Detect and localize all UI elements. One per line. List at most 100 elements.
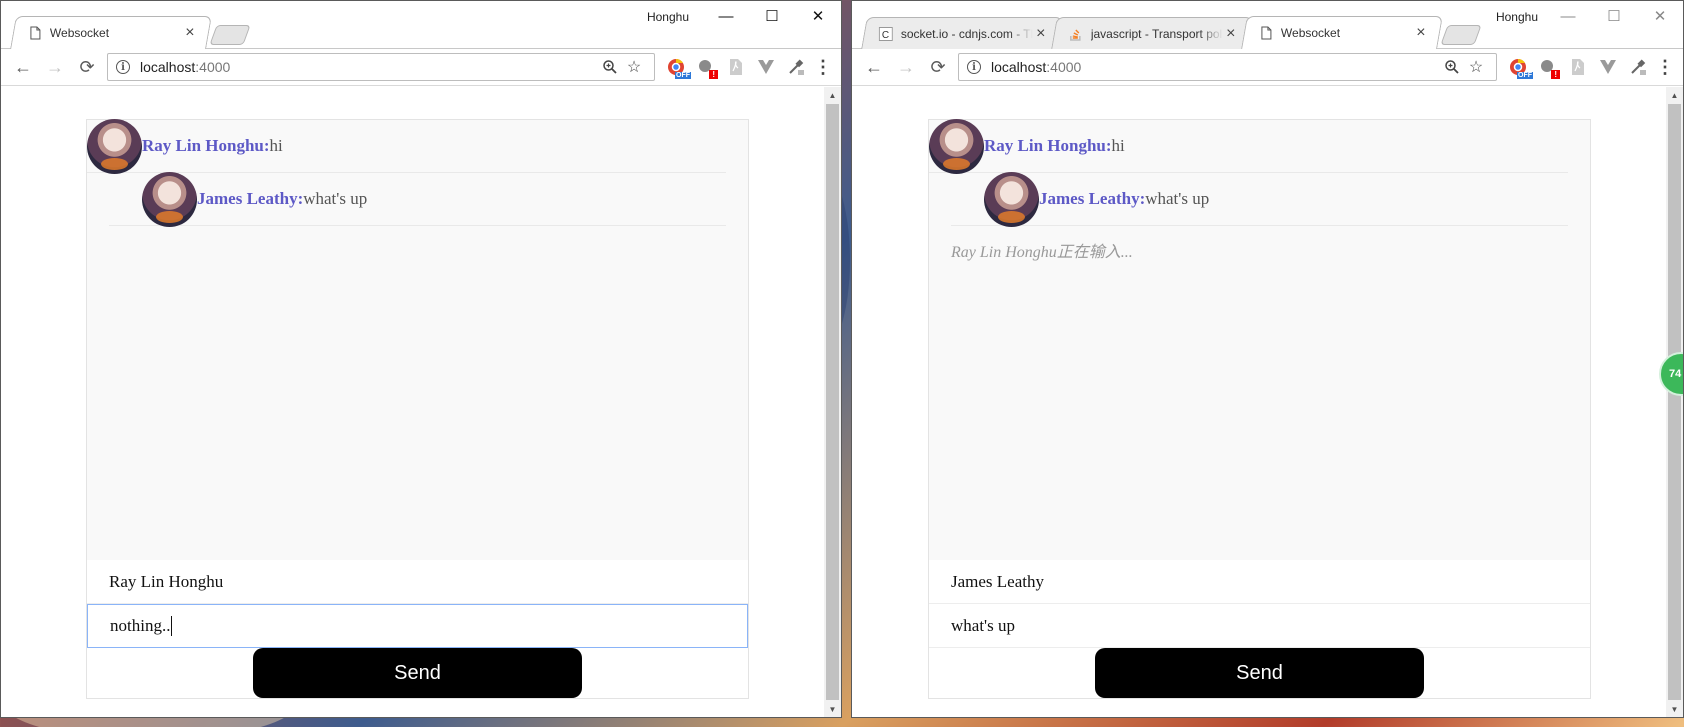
message-item: James Leathy: what's up <box>109 171 726 227</box>
vertical-scrollbar[interactable]: ▲ ▼ <box>1666 87 1683 717</box>
avatar <box>929 118 984 174</box>
scroll-thumb[interactable] <box>826 104 839 700</box>
profile-name[interactable]: Honghu <box>647 10 689 24</box>
address-bar[interactable]: i localhost:4000 ☆ <box>958 53 1497 81</box>
forward-button[interactable]: → <box>39 53 71 81</box>
info-icon[interactable]: i <box>116 60 130 74</box>
tab-strip: Websocket × <box>10 16 251 49</box>
address-bar[interactable]: i localhost:4000 ☆ <box>107 53 655 81</box>
reload-button[interactable]: ⟳ <box>71 53 103 81</box>
floating-counter-badge[interactable]: 74 <box>1659 352 1683 396</box>
close-window-button[interactable]: ✕ <box>795 1 841 31</box>
new-tab-button[interactable] <box>209 25 251 45</box>
back-button[interactable]: ← <box>7 53 39 81</box>
extension-chrome-off-icon[interactable]: OFF <box>661 53 691 81</box>
scroll-down-arrow[interactable]: ▼ <box>1666 701 1683 717</box>
name-input[interactable]: Ray Lin Honghu <box>87 560 748 604</box>
zoom-icon[interactable] <box>1440 60 1464 74</box>
browser-window-left: Websocket × Honghu — ☐ ✕ ← → ⟳ i localho… <box>0 0 842 718</box>
message-sender: Ray Lin Honghu: <box>984 136 1112 155</box>
browser-window-right: C socket.io - cdnjs.com - The × javascri… <box>851 0 1684 718</box>
message-input[interactable]: nothing.. <box>87 604 748 648</box>
window-controls: — ☐ ✕ <box>1545 1 1683 31</box>
send-row: Send <box>87 648 748 698</box>
chrome-menu-icon[interactable]: ⋮ <box>811 57 835 78</box>
tab-websocket[interactable]: Websocket × <box>1241 16 1443 49</box>
maximize-button[interactable]: ☐ <box>749 1 795 31</box>
page-viewport: Ray Lin Honghu: hi James Leathy: what's … <box>852 87 1683 717</box>
tab-stackoverflow[interactable]: javascript - Transport polling × <box>1051 17 1253 49</box>
name-input[interactable]: James Leathy <box>929 560 1590 604</box>
minimize-button[interactable]: — <box>703 1 749 31</box>
scroll-down-arrow[interactable]: ▼ <box>824 701 841 717</box>
message-input-value: what's up <box>951 615 1015 635</box>
message-list: Ray Lin Honghu: hi James Leathy: what's … <box>87 118 748 560</box>
message-text: what's up <box>1145 189 1210 208</box>
extension-pdf-icon[interactable] <box>721 53 751 81</box>
tab-close-icon[interactable]: × <box>1223 25 1239 42</box>
message-list: Ray Lin Honghu: hi James Leathy: what's … <box>929 118 1590 560</box>
scroll-thumb[interactable] <box>1668 104 1681 700</box>
profile-name[interactable]: Honghu <box>1496 10 1538 24</box>
avatar <box>87 118 142 174</box>
bookmark-star-icon[interactable]: ☆ <box>1464 57 1488 77</box>
vertical-scrollbar[interactable]: ▲ ▼ <box>824 87 841 717</box>
reload-button[interactable]: ⟳ <box>922 53 954 81</box>
tab-close-icon[interactable]: × <box>1413 24 1429 41</box>
tab-cdnjs[interactable]: C socket.io - cdnjs.com - The × <box>861 17 1063 49</box>
stackoverflow-icon <box>1069 27 1083 41</box>
message-text: what's up <box>303 189 368 208</box>
avatar <box>984 171 1039 227</box>
extension-alert-icon[interactable]: ! <box>1533 53 1563 81</box>
bookmark-star-icon[interactable]: ☆ <box>622 57 646 77</box>
chat-app: Ray Lin Honghu: hi James Leathy: what's … <box>928 118 1591 699</box>
page-viewport: Ray Lin Honghu: hi James Leathy: what's … <box>1 87 841 717</box>
message-input-value: nothing.. <box>110 616 171 635</box>
tab-title: socket.io - cdnjs.com - The <box>900 26 1033 41</box>
scroll-up-arrow[interactable]: ▲ <box>824 87 841 103</box>
scroll-up-arrow[interactable]: ▲ <box>1666 87 1683 103</box>
minimize-button[interactable]: — <box>1545 1 1591 31</box>
tab-close-icon[interactable]: × <box>1033 25 1049 42</box>
send-button[interactable]: Send <box>253 648 582 698</box>
browser-toolbar: ← → ⟳ i localhost:4000 ☆ OFF ! ⋮ <box>852 49 1683 86</box>
message-input[interactable]: what's up <box>929 604 1590 648</box>
extension-vue-icon[interactable] <box>1593 53 1623 81</box>
window-controls: — ☐ ✕ <box>703 1 841 31</box>
tab-title: Websocket <box>1280 26 1341 40</box>
back-button[interactable]: ← <box>858 53 890 81</box>
title-bar: C socket.io - cdnjs.com - The × javascri… <box>852 1 1683 49</box>
maximize-button[interactable]: ☐ <box>1591 1 1637 31</box>
chrome-menu-icon[interactable]: ⋮ <box>1653 57 1677 78</box>
send-button[interactable]: Send <box>1095 648 1424 698</box>
text-caret <box>171 616 173 636</box>
extension-pdf-icon[interactable] <box>1563 53 1593 81</box>
message-item: Ray Lin Honghu: hi <box>87 118 726 174</box>
message-text: hi <box>1111 136 1125 155</box>
extension-eyedropper-icon[interactable] <box>1623 53 1653 81</box>
typing-indicator: Ray Lin Honghu正在输入... <box>951 244 1133 261</box>
tab-close-icon[interactable]: × <box>182 24 198 41</box>
extension-chrome-off-icon[interactable]: OFF <box>1503 53 1533 81</box>
message-sender: James Leathy: <box>197 189 304 208</box>
extension-alert-icon[interactable]: ! <box>691 53 721 81</box>
tab-title: Websocket <box>49 26 110 40</box>
extension-eyedropper-icon[interactable] <box>781 53 811 81</box>
tab-strip: C socket.io - cdnjs.com - The × javascri… <box>861 16 1482 49</box>
name-input-value: Ray Lin Honghu <box>109 571 224 591</box>
new-tab-button[interactable] <box>1440 25 1482 45</box>
title-bar: Websocket × Honghu — ☐ ✕ <box>1 1 841 49</box>
forward-button[interactable]: → <box>890 53 922 81</box>
info-icon[interactable]: i <box>967 60 981 74</box>
message-text: hi <box>269 136 283 155</box>
message-sender: Ray Lin Honghu: <box>142 136 270 155</box>
avatar <box>142 171 197 227</box>
close-window-button[interactable]: ✕ <box>1637 1 1683 31</box>
tab-websocket[interactable]: Websocket × <box>10 16 212 49</box>
url-text[interactable]: localhost:4000 <box>991 59 1440 75</box>
message-sender: James Leathy: <box>1039 189 1146 208</box>
zoom-icon[interactable] <box>598 60 622 74</box>
url-text[interactable]: localhost:4000 <box>140 59 598 75</box>
svg-text:C: C <box>882 30 889 41</box>
extension-vue-icon[interactable] <box>751 53 781 81</box>
